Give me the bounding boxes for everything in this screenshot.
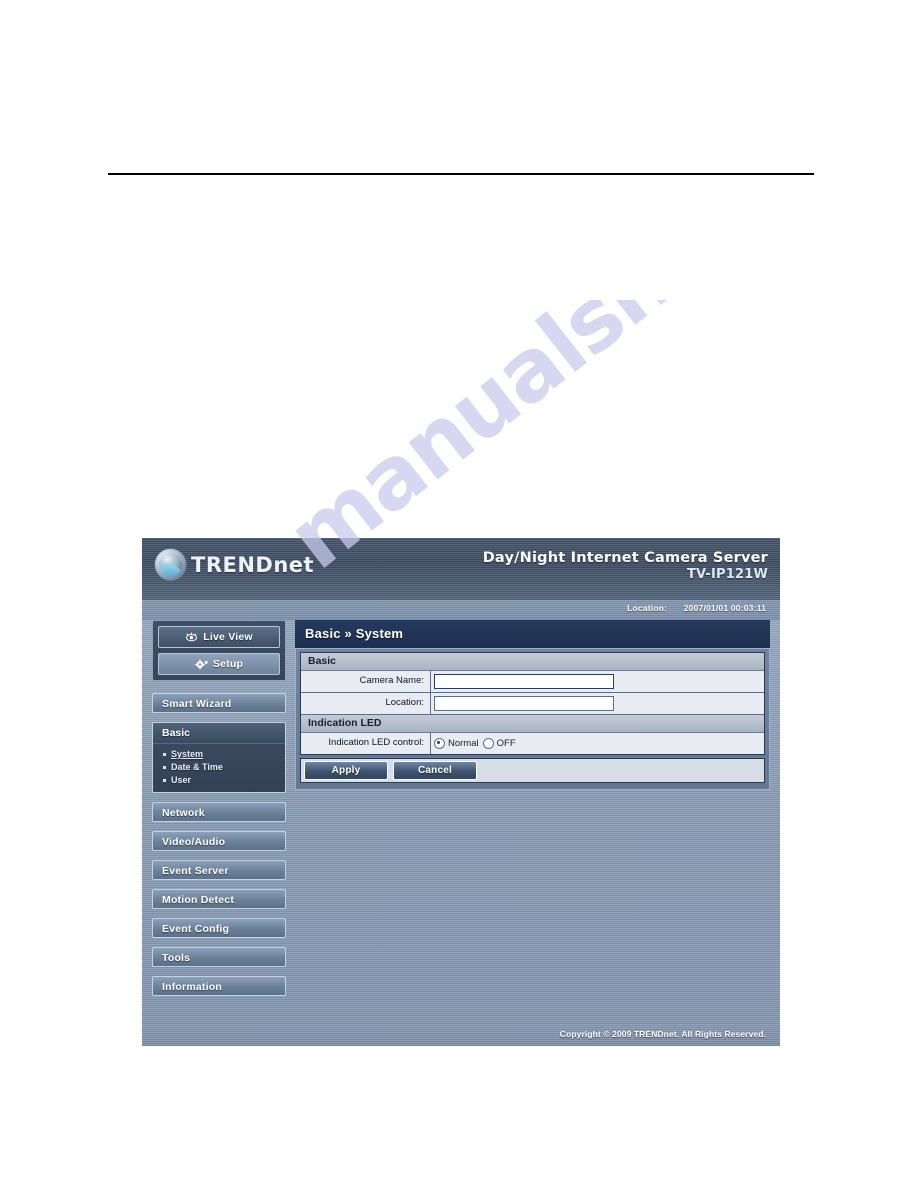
sidebar-item-video-audio[interactable]: Video/Audio [152, 831, 286, 851]
sidebar-subitems-basic: System Date & Time User [153, 744, 285, 792]
sidebar-subitem-date-time[interactable]: Date & Time [163, 761, 285, 774]
product-model: TV-IP121W [686, 567, 768, 582]
product-title: Day/Night Internet Camera Server TV-IP12… [483, 550, 768, 582]
trendnet-globe-icon [155, 549, 186, 580]
radio-off-icon[interactable] [482, 738, 494, 749]
copyright-text: Copyright © 2009 TRENDnet. All Rights Re… [559, 1029, 766, 1039]
location-input[interactable] [434, 696, 614, 711]
breadcrumb: Basic » System [295, 620, 770, 648]
radio-option-normal[interactable]: Normal [434, 738, 479, 749]
field-row-indication-led-control: Indication LED control: Normal OFF [301, 733, 764, 754]
page-header-rule [108, 173, 814, 175]
sidebar: Live View Setup Smart Wizard Basic Syste… [152, 620, 286, 1015]
sidebar-mode-group: Live View Setup [152, 620, 286, 681]
field-row-camera-name: Camera Name: [301, 671, 764, 693]
location-label: Location: [301, 693, 431, 714]
sidebar-item-label: Event Config [162, 923, 230, 935]
camera-name-label: Camera Name: [301, 671, 431, 692]
status-bar: Location: 2007/01/01 00:03:11 [142, 600, 780, 620]
sidebar-setup-label: Setup [212, 658, 244, 670]
product-name: Day/Night Internet Camera Server [482, 550, 768, 566]
sidebar-live-view-label: Live View [203, 631, 253, 643]
sidebar-item-label: Basic [162, 727, 191, 739]
field-row-location: Location: [301, 693, 764, 715]
sidebar-item-tools[interactable]: Tools [152, 947, 286, 967]
status-timestamp: 2007/01/01 00:03:11 [683, 603, 766, 613]
settings-form: Basic Camera Name: Location: Indication … [300, 652, 765, 755]
sidebar-item-label: Motion Detect [162, 894, 235, 906]
sidebar-item-network[interactable]: Network [152, 802, 286, 822]
sidebar-subitem-label: Date & Time [171, 762, 223, 772]
location-label: Location: [627, 603, 668, 613]
sidebar-item-label: Network [162, 807, 205, 819]
apply-button[interactable]: Apply [304, 761, 388, 780]
brand-logo: TRENDnet [155, 549, 314, 580]
brand-name: TRENDnet [191, 552, 315, 577]
sidebar-item-live-view[interactable]: Live View [158, 626, 280, 648]
form-actions: Apply Cancel [300, 758, 765, 783]
sidebar-item-setup[interactable]: Setup [158, 653, 280, 675]
sidebar-item-motion-detect[interactable]: Motion Detect [152, 889, 286, 909]
device-footer: Copyright © 2009 TRENDnet. All Rights Re… [142, 1024, 780, 1046]
sidebar-item-information[interactable]: Information [152, 976, 286, 996]
sidebar-item-label: Event Server [162, 865, 229, 877]
radio-option-off[interactable]: OFF [482, 738, 516, 749]
gear-icon [195, 659, 208, 669]
sidebar-item-event-server[interactable]: Event Server [152, 860, 286, 880]
device-ui-screenshot: TRENDnet Day/Night Internet Camera Serve… [142, 538, 780, 1046]
camera-name-input[interactable] [434, 674, 614, 689]
eye-icon [186, 632, 198, 642]
sidebar-subitem-system[interactable]: System [163, 748, 285, 761]
sidebar-item-event-config[interactable]: Event Config [152, 918, 286, 938]
sidebar-item-label: Tools [162, 952, 191, 964]
sidebar-item-smart-wizard[interactable]: Smart Wizard [152, 693, 286, 713]
settings-panel: Basic Camera Name: Location: Indication … [295, 648, 770, 790]
indication-led-radio-group: Normal OFF [434, 738, 516, 749]
device-header: TRENDnet Day/Night Internet Camera Serve… [142, 538, 780, 600]
radio-normal-icon[interactable] [434, 738, 445, 749]
sidebar-item-label: Information [162, 981, 222, 993]
sidebar-subitem-label: System [171, 749, 204, 759]
main-content: Basic » System Basic Camera Name: Locati… [295, 620, 770, 1015]
radio-off-label: OFF [496, 738, 516, 749]
indication-led-control-label: Indication LED control: [301, 733, 431, 754]
cancel-button[interactable]: Cancel [393, 761, 477, 780]
sidebar-subitem-label: User [171, 775, 192, 785]
sidebar-section-basic: Basic System Date & Time User [152, 722, 286, 793]
sidebar-item-label: Video/Audio [162, 836, 226, 848]
radio-normal-label: Normal [448, 738, 479, 749]
section-heading-basic: Basic [301, 653, 764, 671]
section-heading-indication-led: Indication LED [301, 715, 764, 733]
sidebar-item-label: Smart Wizard [162, 698, 232, 710]
sidebar-item-basic[interactable]: Basic [153, 723, 285, 744]
sidebar-subitem-user[interactable]: User [163, 774, 285, 787]
